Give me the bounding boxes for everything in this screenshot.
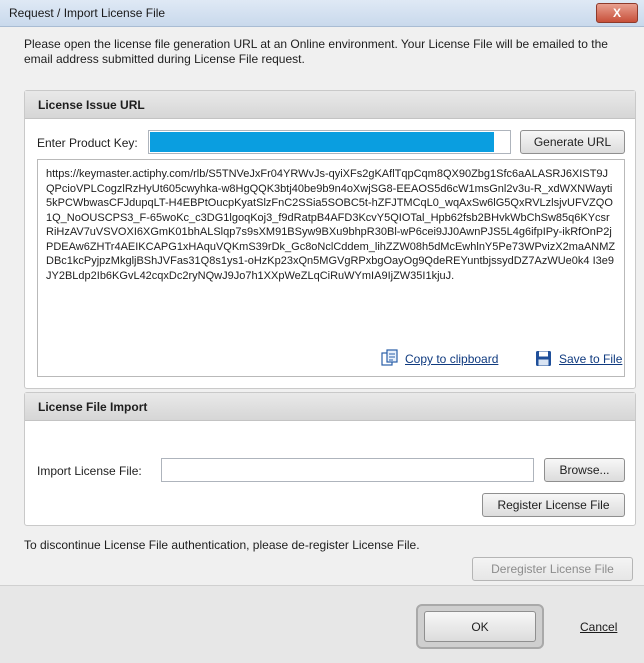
- license-import-section: License File Import Import License File:…: [24, 392, 636, 526]
- generate-url-button[interactable]: Generate URL: [520, 130, 625, 154]
- close-icon: X: [612, 6, 621, 20]
- title-bar: Request / Import License File X: [0, 0, 644, 27]
- license-import-header: License File Import: [25, 393, 635, 421]
- save-icon: [535, 350, 552, 370]
- copy-icon: [381, 349, 399, 370]
- product-key-input[interactable]: [148, 130, 511, 154]
- license-issue-header: License Issue URL: [25, 91, 635, 119]
- product-key-label: Enter Product Key:: [37, 136, 138, 150]
- ok-button[interactable]: OK: [424, 611, 536, 642]
- import-license-input[interactable]: [161, 458, 534, 482]
- window-title: Request / Import License File: [9, 6, 166, 20]
- copy-to-clipboard-link[interactable]: Copy to clipboard: [405, 352, 498, 366]
- close-button[interactable]: X: [596, 3, 638, 23]
- intro-text: Please open the license file generation …: [24, 37, 608, 66]
- product-key-selection: [150, 132, 494, 152]
- register-license-button[interactable]: Register License File: [482, 493, 625, 517]
- browse-button[interactable]: Browse...: [544, 458, 625, 482]
- license-url-textarea[interactable]: https://keymaster.actiphy.com/rlb/S5TNVe…: [37, 159, 625, 377]
- dialog-footer: [0, 585, 644, 663]
- license-issue-section: License Issue URL Enter Product Key: Gen…: [24, 90, 636, 389]
- import-license-label: Import License File:: [37, 464, 142, 478]
- deregister-license-button[interactable]: Deregister License File: [472, 557, 633, 581]
- deregister-note: To discontinue License File authenticati…: [24, 538, 420, 552]
- save-to-file-link[interactable]: Save to File: [559, 352, 622, 366]
- cancel-link[interactable]: Cancel: [580, 620, 617, 634]
